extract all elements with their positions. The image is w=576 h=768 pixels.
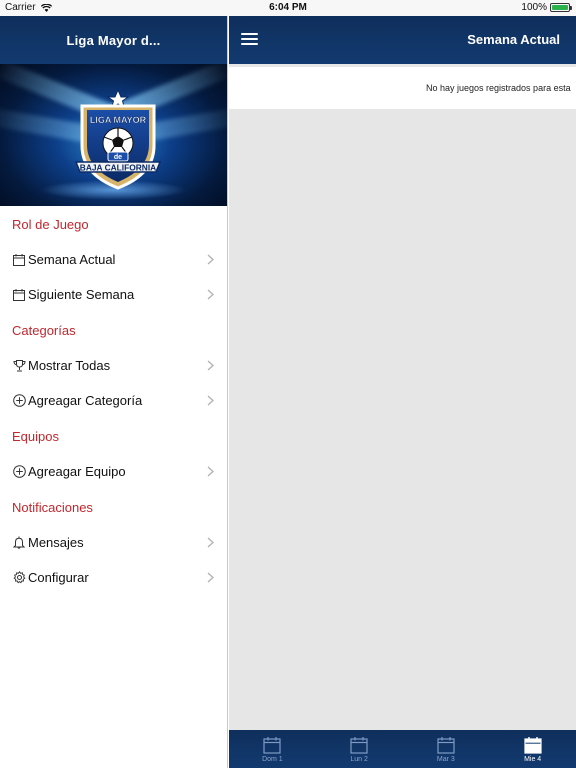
- menu-item-label: Agreagar Categoría: [28, 393, 143, 408]
- trophy-icon: [12, 359, 26, 373]
- menu-item-agregar-equipo[interactable]: Agreagar Equipo: [0, 454, 227, 489]
- chevron-right-icon: [205, 571, 215, 585]
- empty-state-message: No hay juegos registrados para esta: [426, 83, 571, 93]
- menu-item-label: Mostrar Todas: [28, 358, 111, 373]
- main-content: Semana Actual No hay juegos registrados …: [229, 16, 576, 768]
- tab-label: Mie 4: [524, 756, 542, 763]
- league-logo: LIGA MAYOR de BAJA CALIFORNIA: [74, 88, 162, 190]
- bell-icon: [12, 536, 26, 550]
- menu-item-agregar-categoria[interactable]: Agreagar Categoría: [0, 383, 227, 418]
- sidebar-menu: Rol de Juego Semana Actual Siguiente Sem…: [0, 206, 227, 595]
- league-banner: LIGA MAYOR de BAJA CALIFORNIA: [0, 64, 227, 206]
- battery-percent: 100%: [521, 2, 547, 13]
- main-nav-bar: Semana Actual: [229, 16, 576, 64]
- menu-item-label: Configurar: [28, 570, 89, 585]
- battery-indicator: 100%: [521, 2, 572, 13]
- menu-item-mensajes[interactable]: Mensajes: [0, 525, 227, 560]
- sidebar-nav-bar: Liga Mayor d...: [0, 16, 227, 64]
- tab-mie-4[interactable]: Mie 4: [489, 730, 576, 768]
- chevron-right-icon: [205, 359, 215, 373]
- chevron-right-icon: [205, 465, 215, 479]
- tab-lun-2[interactable]: Lun 2: [316, 730, 403, 768]
- tab-label: Mar 3: [436, 756, 455, 763]
- calendar-icon: [350, 737, 368, 754]
- tab-dom-1[interactable]: Dom 1: [229, 730, 316, 768]
- logo-middle-text: de: [114, 154, 122, 161]
- sidebar-title: Liga Mayor d...: [66, 32, 161, 48]
- page-title: Semana Actual: [467, 32, 560, 47]
- section-header-equipos: Equipos: [12, 428, 59, 444]
- menu-item-label: Siguiente Semana: [28, 287, 135, 302]
- menu-item-semana-actual[interactable]: Semana Actual: [0, 242, 227, 277]
- tab-label: Dom 1: [262, 756, 283, 763]
- calendar-icon: [12, 288, 26, 302]
- gear-icon: [12, 571, 26, 585]
- day-tab-bar: Dom 1 Lun 2 Mar 3 Mie 4: [229, 730, 576, 768]
- plus-circle-icon: [12, 465, 26, 479]
- menu-item-label: Agreagar Equipo: [28, 464, 126, 479]
- menu-item-configurar[interactable]: Configurar: [0, 560, 227, 595]
- empty-state-banner: No hay juegos registrados para esta: [229, 67, 576, 109]
- calendar-icon: [263, 737, 281, 754]
- section-header-rol-de-juego: Rol de Juego: [12, 216, 89, 232]
- menu-item-label: Mensajes: [28, 535, 84, 550]
- chevron-right-icon: [205, 536, 215, 550]
- tab-mar-3[interactable]: Mar 3: [403, 730, 490, 768]
- section-header-notificaciones: Notificaciones: [12, 499, 93, 515]
- sidebar: Liga Mayor d... LIGA MAYOR de BAJA CALIF…: [0, 16, 228, 768]
- chevron-right-icon: [205, 288, 215, 302]
- plus-circle-icon: [12, 394, 26, 408]
- menu-item-mostrar-todas[interactable]: Mostrar Todas: [0, 348, 227, 383]
- menu-item-siguiente-semana[interactable]: Siguiente Semana: [0, 277, 227, 312]
- battery-icon: [550, 3, 572, 12]
- chevron-right-icon: [205, 394, 215, 408]
- status-bar: Carrier 6:04 PM 100%: [0, 0, 576, 16]
- menu-item-label: Semana Actual: [28, 252, 116, 267]
- status-time: 6:04 PM: [269, 2, 307, 13]
- calendar-icon: [437, 737, 455, 754]
- logo-bottom-text: BAJA CALIFORNIA: [80, 163, 156, 173]
- calendar-icon: [12, 253, 26, 267]
- section-header-categorias: Categorías: [12, 322, 76, 338]
- logo-top-text: LIGA MAYOR: [90, 115, 147, 125]
- hamburger-menu-icon[interactable]: [241, 33, 258, 47]
- chevron-right-icon: [205, 253, 215, 267]
- tab-label: Lun 2: [350, 756, 368, 763]
- calendar-filled-icon: [524, 737, 542, 754]
